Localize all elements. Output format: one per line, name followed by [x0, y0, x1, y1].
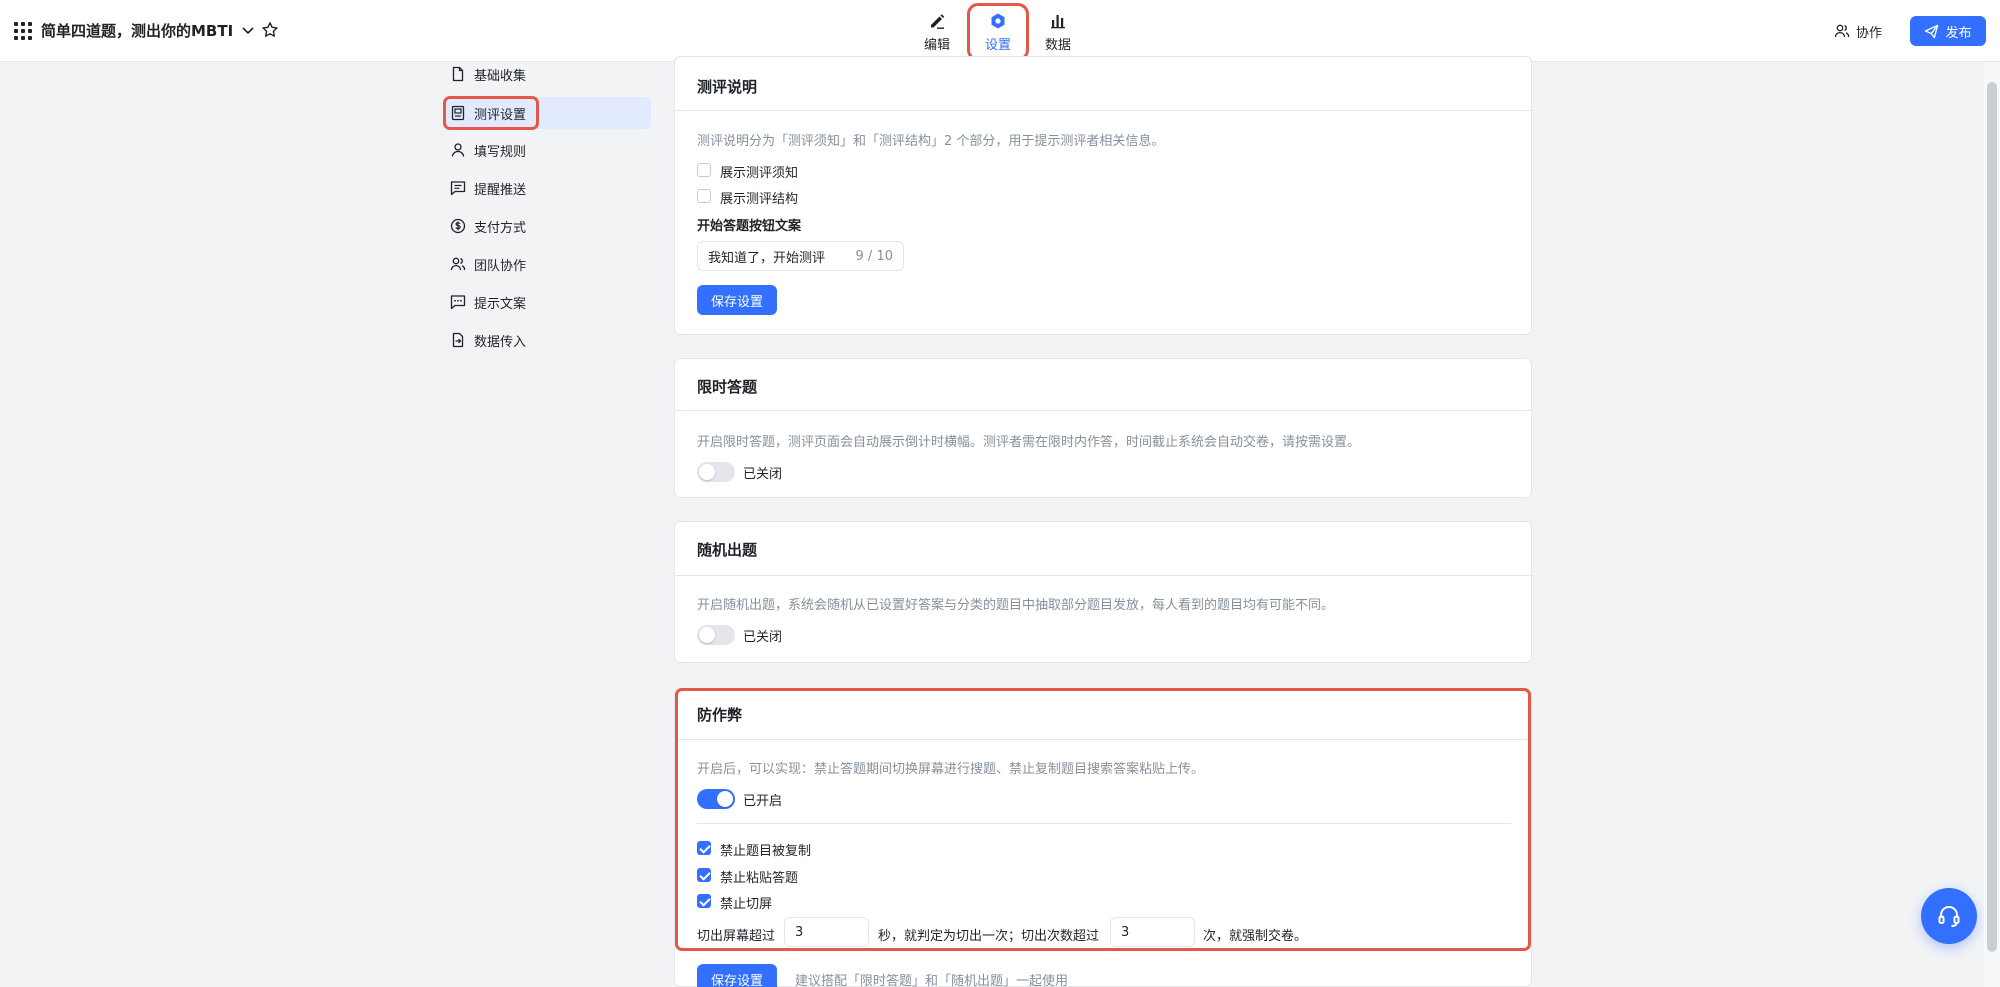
- tab-edit-label: 编辑: [923, 38, 950, 53]
- sidebar-item-label: 数据传入: [474, 334, 527, 350]
- start-button-copy-label: 开始答题按钮文案: [697, 219, 802, 234]
- tab-data[interactable]: 数据: [1030, 6, 1086, 58]
- sidebar-item-fill-rules[interactable]: 填写规则: [444, 134, 651, 166]
- import-file-icon: [452, 332, 464, 348]
- save-settings-button[interactable]: 保存设置: [697, 285, 778, 315]
- pen-icon: [931, 14, 945, 29]
- scrollbar-thumb[interactable]: [1987, 82, 1997, 952]
- show-notice-checkbox[interactable]: [697, 163, 711, 177]
- toggle-state-label: 已关闭: [743, 630, 783, 645]
- start-button-copy-value: 我知道了，开始测评: [708, 250, 826, 266]
- char-counter: 9 / 10: [855, 248, 893, 264]
- combination-tip: 建议搭配「限时答题」和「随机出题」一起使用: [795, 974, 1069, 987]
- team-icon: [450, 257, 466, 271]
- dollar-circle-icon: [450, 218, 466, 234]
- save-settings-button[interactable]: 保存设置: [697, 964, 778, 987]
- intro-settings-card: 测评说明 测评说明分为「测评须知」和「测评结构」2 个部分，用于提示测评者相关信…: [674, 56, 1532, 335]
- divider: [675, 410, 1531, 411]
- people-icon: [1834, 24, 1850, 38]
- send-icon: [1925, 24, 1939, 38]
- anti-cheat-highlight: [675, 688, 1531, 951]
- chevron-down-icon[interactable]: [240, 22, 256, 38]
- show-notice-label[interactable]: 展示测评须知: [720, 162, 798, 181]
- section-title: 随机出题: [697, 541, 758, 559]
- timed-answer-toggle[interactable]: [697, 462, 735, 482]
- sidebar-item-basic-collection[interactable]: 基础收集: [444, 58, 651, 90]
- start-button-copy-input[interactable]: 我知道了，开始测评 9 / 10: [697, 241, 904, 271]
- document-icon: [452, 66, 464, 82]
- sidebar-item-label: 提示文案: [474, 296, 527, 312]
- collaborate-label: 协作: [1856, 25, 1883, 41]
- bar-chart-icon: [1051, 15, 1065, 29]
- section-description: 开启限时答题，测评页面会自动展示倒计时横幅。测评者需在限时内作答，时间截止系统会…: [697, 435, 1361, 450]
- sidebar-item-reminders[interactable]: 提醒推送: [444, 172, 651, 204]
- message-list-icon: [450, 181, 466, 196]
- show-structure-label[interactable]: 展示测评结构: [720, 188, 798, 207]
- sidebar-item-label: 支付方式: [474, 220, 527, 236]
- divider: [675, 575, 1531, 576]
- section-description: 开启随机出题，系统会随机从已设置好答案与分类的题目中抽取部分题目发放，每人看到的…: [697, 598, 1335, 613]
- show-structure-checkbox[interactable]: [697, 189, 711, 203]
- tab-settings-label: 设置: [984, 38, 1011, 53]
- toggle-state-label: 已关闭: [743, 467, 783, 482]
- form-title[interactable]: 简单四道题，测出你的MBTI: [41, 20, 233, 41]
- publish-button[interactable]: 发布: [1910, 16, 1986, 46]
- tab-settings[interactable]: 设置: [967, 3, 1029, 61]
- tab-data-label: 数据: [1044, 38, 1071, 53]
- chat-bubble-icon: [450, 295, 466, 310]
- apps-grid-icon[interactable]: [14, 22, 32, 40]
- tab-edit[interactable]: 编辑: [909, 6, 965, 58]
- sidebar-item-team[interactable]: 团队协作: [444, 248, 651, 280]
- divider: [675, 110, 1531, 111]
- publish-label: 发布: [1945, 25, 1972, 41]
- sidebar-item-label: 基础收集: [474, 68, 527, 84]
- section-description: 测评说明分为「测评须知」和「测评结构」2 个部分，用于提示测评者相关信息。: [697, 134, 1165, 149]
- sidebar-item-label: 提醒推送: [474, 182, 527, 198]
- sidebar-item-prompt-copy[interactable]: 提示文案: [444, 286, 651, 318]
- timed-answer-card: 限时答题 开启限时答题，测评页面会自动展示倒计时横幅。测评者需在限时内作答，时间…: [674, 358, 1532, 498]
- settings-hexagon-icon: [991, 13, 1005, 29]
- sidebar-active-highlight: [443, 96, 539, 130]
- random-questions-toggle[interactable]: [697, 625, 735, 645]
- random-questions-card: 随机出题 开启随机出题，系统会随机从已设置好答案与分类的题目中抽取部分题目发放，…: [674, 521, 1532, 663]
- headset-icon: [1938, 906, 1960, 927]
- sidebar-item-payment[interactable]: 支付方式: [444, 210, 651, 242]
- sidebar-item-label: 团队协作: [474, 258, 527, 274]
- sidebar-item-data-import[interactable]: 数据传入: [444, 324, 651, 356]
- top-bar: 简单四道题，测出你的MBTI 编辑 设置 数据 协作 发布: [0, 0, 2000, 62]
- user-icon: [451, 143, 465, 157]
- sidebar-item-label: 填写规则: [474, 144, 527, 160]
- section-title: 测评说明: [697, 78, 758, 96]
- collaborate-button[interactable]: 协作: [1834, 19, 1882, 43]
- star-icon[interactable]: [261, 21, 279, 39]
- support-button[interactable]: [1921, 888, 1977, 944]
- section-title: 限时答题: [697, 378, 758, 396]
